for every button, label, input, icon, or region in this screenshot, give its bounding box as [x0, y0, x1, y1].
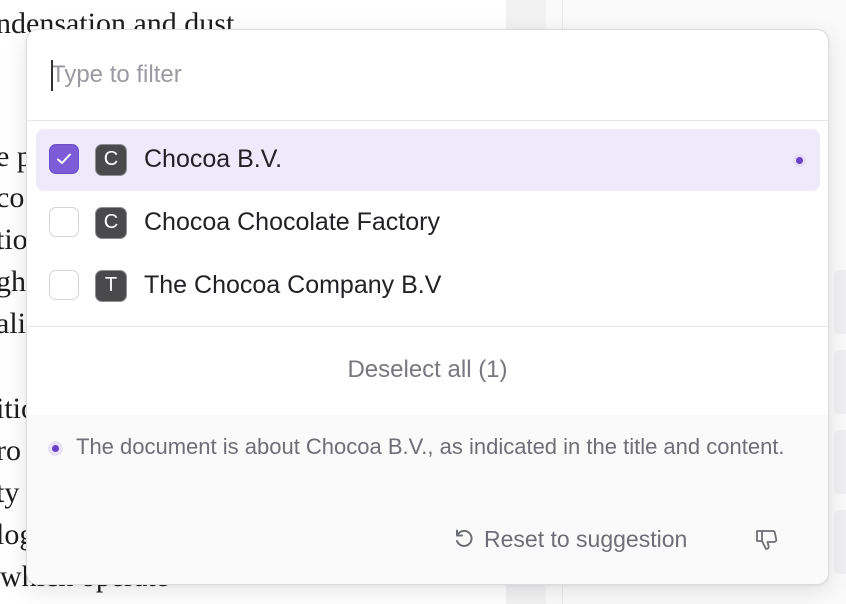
- document-line: co: [0, 181, 25, 214]
- panel-item[interactable]: [834, 510, 846, 574]
- entity-select-popover: C Chocoa B.V. C Chocoa Chocolate Factory…: [26, 29, 829, 585]
- option-checkbox[interactable]: [49, 270, 79, 300]
- option-label: Chocoa B.V.: [144, 145, 283, 173]
- deselect-all-button[interactable]: Deselect all (1): [27, 326, 828, 414]
- panel-item[interactable]: [834, 350, 846, 414]
- option-the-chocoa-company-bv[interactable]: T The Chocoa Company B.V: [36, 255, 820, 317]
- suggestion-dot-icon: [48, 441, 63, 456]
- panel-item[interactable]: [834, 270, 846, 334]
- document-line: tio: [0, 223, 28, 256]
- entity-avatar: T: [95, 270, 127, 302]
- filter-input[interactable]: [51, 56, 791, 94]
- thumbs-down-icon[interactable]: [754, 527, 780, 553]
- option-label: Chocoa Chocolate Factory: [144, 208, 440, 236]
- filter-bar: [27, 30, 828, 121]
- document-line: ali: [0, 307, 26, 340]
- document-line: gh: [0, 265, 26, 298]
- suggestion-panel: The document is about Chocoa B.V., as in…: [27, 415, 828, 584]
- undo-icon: [456, 529, 473, 547]
- text-cursor: [51, 60, 53, 91]
- option-checkbox[interactable]: [49, 144, 79, 174]
- document-line: ro: [0, 434, 21, 467]
- option-label: The Chocoa Company B.V: [144, 271, 442, 299]
- entity-avatar: C: [95, 144, 127, 176]
- suggestion-reason: The document is about Chocoa B.V., as in…: [76, 434, 785, 459]
- panel-item[interactable]: [834, 430, 846, 494]
- suggested-indicator-icon: [793, 154, 806, 167]
- reset-label: Reset to suggestion: [484, 526, 688, 552]
- option-checkbox[interactable]: [49, 207, 79, 237]
- option-chocoa-bv[interactable]: C Chocoa B.V.: [36, 129, 820, 191]
- option-chocoa-chocolate-factory[interactable]: C Chocoa Chocolate Factory: [36, 192, 820, 254]
- document-line: ty: [0, 476, 20, 509]
- entity-avatar: C: [95, 207, 127, 239]
- check-icon: [57, 153, 71, 164]
